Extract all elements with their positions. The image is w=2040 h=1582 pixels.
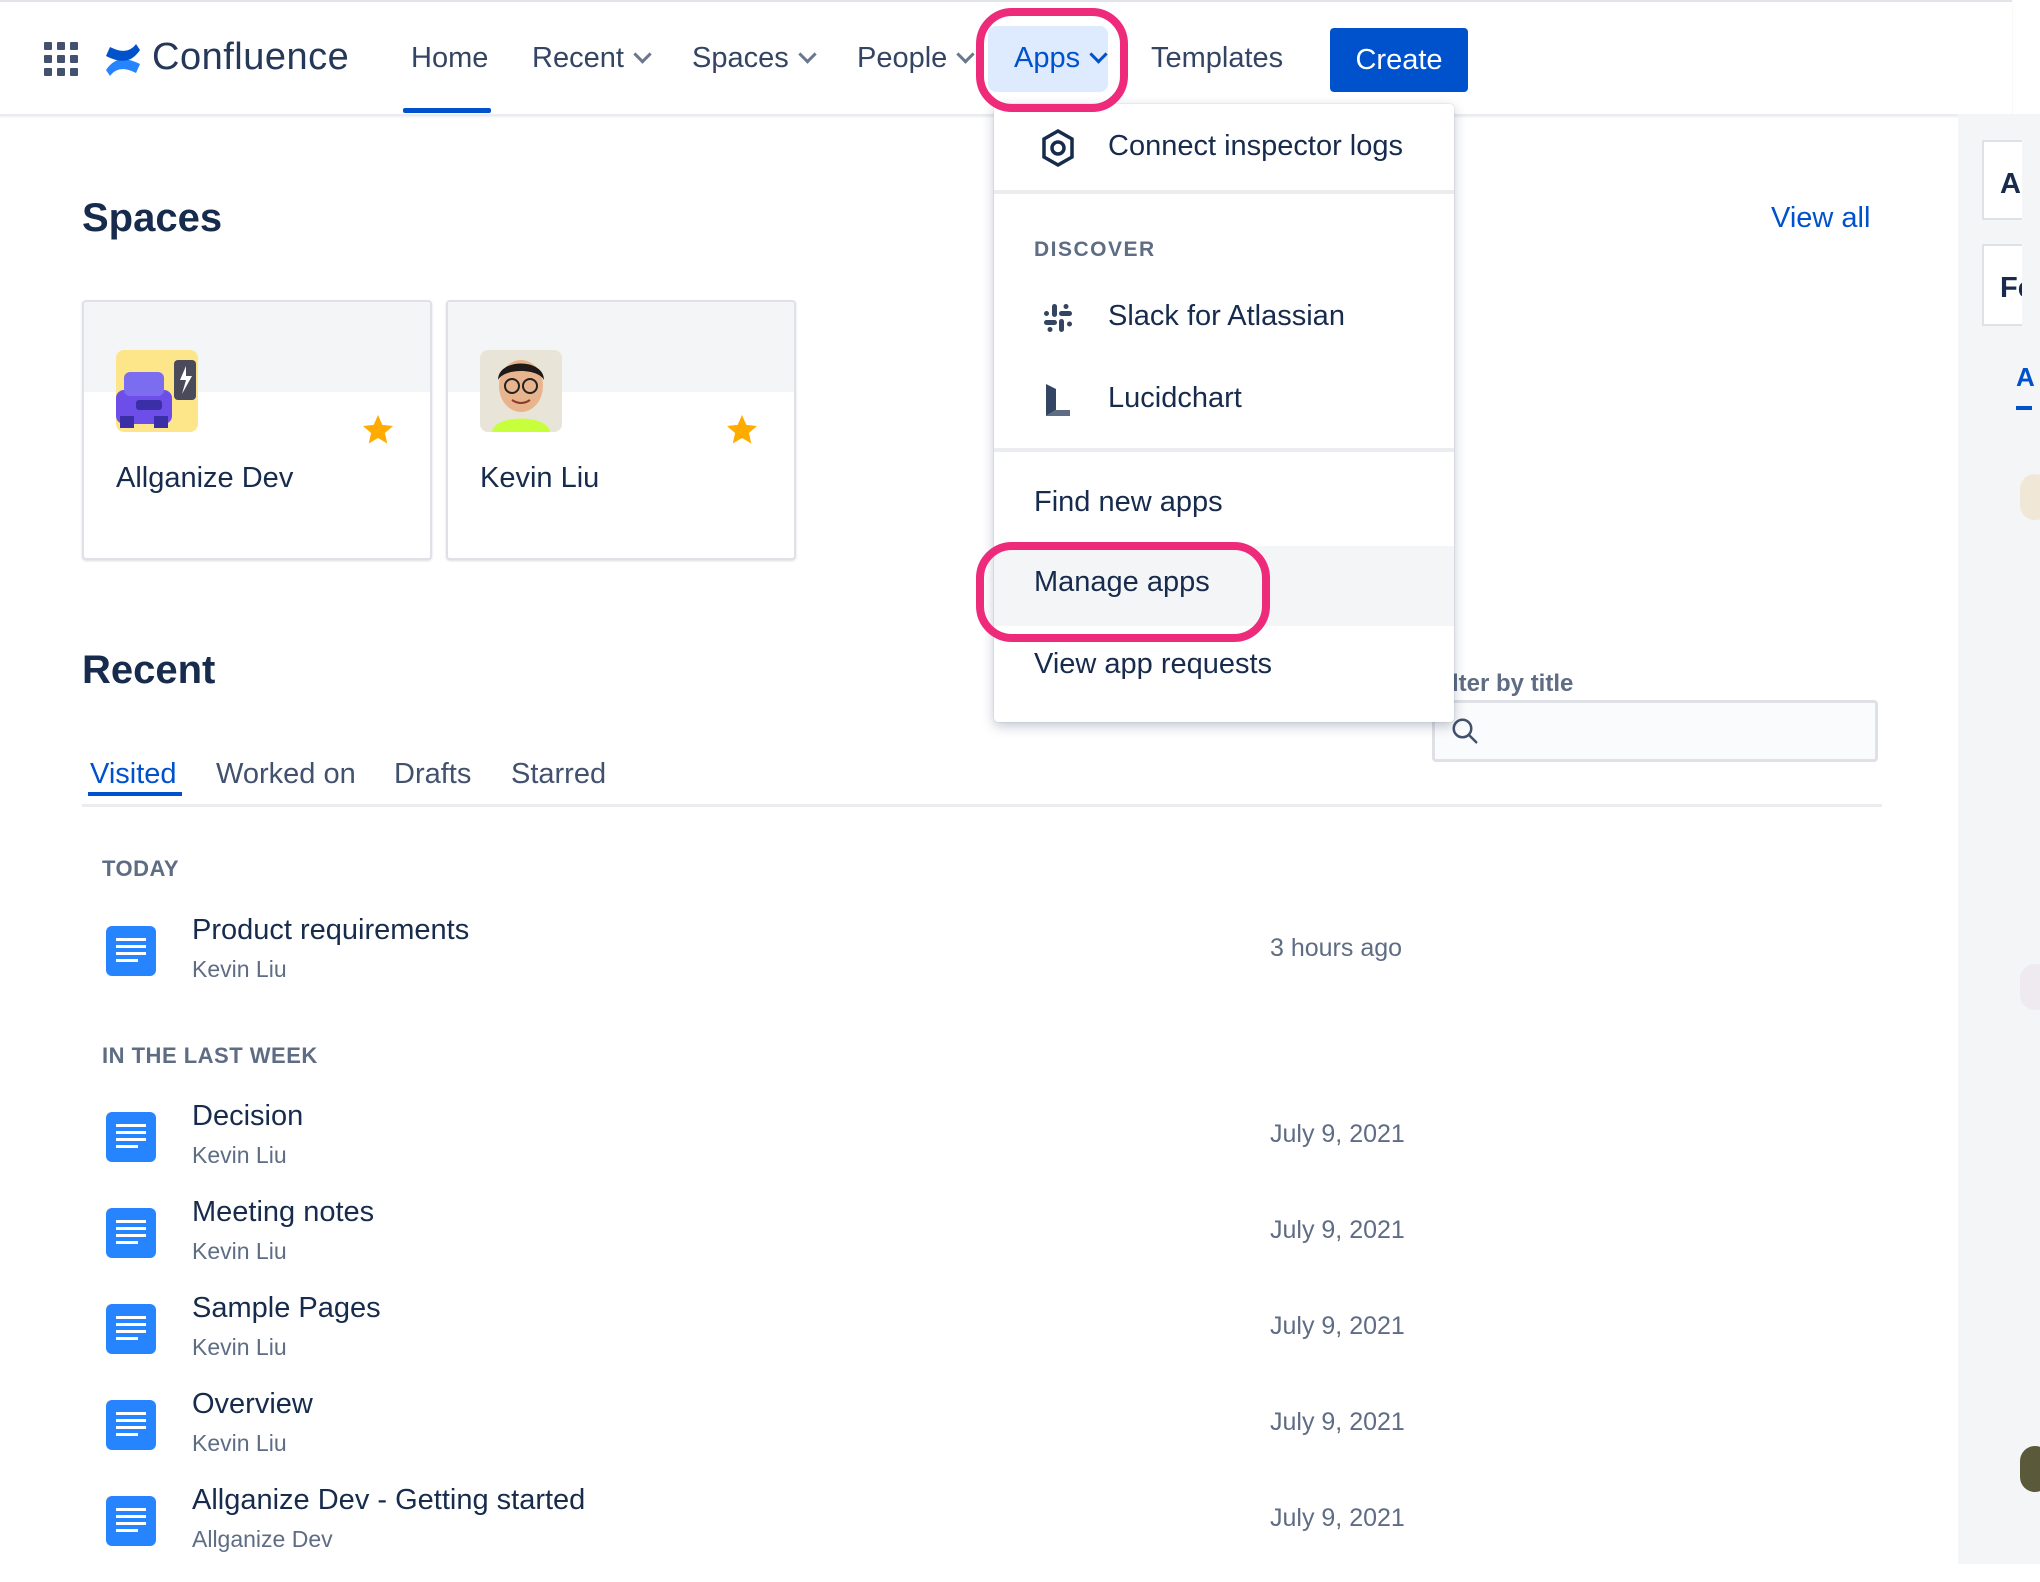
chevron-down-icon (798, 45, 817, 64)
right-rail (1958, 114, 2040, 1564)
nav-spaces-label: Spaces (692, 42, 789, 74)
page-icon (106, 1208, 156, 1258)
space-avatar-allganize-dev (116, 350, 198, 432)
nav-spaces[interactable]: Spaces (692, 42, 817, 75)
nav-people-label: People (857, 42, 948, 74)
search-icon (1452, 718, 1478, 744)
menu-divider (994, 190, 1454, 194)
avatar (2020, 474, 2040, 520)
page-icon (106, 926, 156, 976)
nav-recent-label: Recent (532, 42, 624, 74)
page-icon (106, 1304, 156, 1354)
group-label-today: TODAY (102, 856, 180, 881)
page-space: Kevin Liu (192, 1334, 287, 1360)
page-space: Kevin Liu (192, 1142, 287, 1168)
tab-visited[interactable]: Visited (90, 758, 177, 791)
menu-item-lucidchart[interactable]: Lucidchart (994, 362, 1454, 442)
menu-section-heading: DISCOVER (1034, 238, 1156, 261)
page-icon (106, 1400, 156, 1450)
page-space: Allganize Dev (192, 1526, 333, 1552)
page-icon (106, 1112, 156, 1162)
page-date: 3 hours ago (1270, 934, 1403, 962)
nav-templates-label: Templates (1151, 42, 1284, 74)
page-title[interactable]: Meeting notes (192, 1196, 374, 1229)
view-all-link[interactable]: View all (1771, 202, 1870, 235)
nav-home[interactable]: Home (411, 42, 488, 75)
chevron-down-icon (956, 45, 976, 64)
confluence-logo-icon[interactable] (104, 42, 142, 78)
page-title[interactable]: Product requirements (192, 914, 469, 947)
tab-drafts[interactable]: Drafts (394, 758, 471, 791)
space-card-name: Allganize Dev (116, 462, 294, 494)
highlight-ring-manage-apps (976, 542, 1270, 642)
space-card-kevin-liu[interactable]: Kevin Liu (446, 300, 796, 560)
menu-item-label: View app requests (1034, 648, 1273, 680)
space-avatar-kevin-liu (480, 350, 562, 432)
page-title[interactable]: Overview (192, 1388, 313, 1421)
rail-card-top[interactable]: Ar (1982, 140, 2022, 220)
rail-card-title: Fe (2000, 272, 2022, 304)
menu-item-connect-inspector-logs[interactable]: Connect inspector logs (994, 110, 1454, 190)
nav-templates[interactable]: Templates (1151, 42, 1283, 75)
star-icon[interactable] (360, 412, 396, 448)
rail-card-title: Ar (2000, 168, 2022, 200)
slack-icon (1044, 304, 1072, 332)
page-title[interactable]: Decision (192, 1100, 303, 1133)
lucidchart-icon (1046, 384, 1070, 416)
list-item[interactable]: Sample Pages Kevin Liu July 9, 2021 (102, 1292, 1422, 1372)
avatar (2020, 964, 2040, 1010)
nav-home-label: Home (411, 42, 489, 74)
tabs-divider (82, 804, 1882, 807)
list-item[interactable]: Overview Kevin Liu July 9, 2021 (102, 1388, 1422, 1468)
filter-by-title-input[interactable] (1432, 700, 1878, 762)
menu-divider (994, 448, 1454, 452)
page-space: Kevin Liu (192, 1238, 287, 1264)
page-title[interactable]: Allganize Dev - Getting started (192, 1484, 585, 1517)
menu-item-slack-for-atlassian[interactable]: Slack for Atlassian (994, 280, 1454, 360)
rail-card-feed[interactable]: Fe (1982, 244, 2022, 326)
page-date: July 9, 2021 (1270, 1504, 1405, 1532)
tab-starred[interactable]: Starred (511, 758, 606, 791)
list-item[interactable]: Decision Kevin Liu July 9, 2021 (102, 1100, 1422, 1180)
page-date: July 9, 2021 (1270, 1312, 1405, 1340)
space-card-name: Kevin Liu (480, 462, 600, 494)
rail-tab-link[interactable]: A (2016, 362, 2035, 393)
list-item[interactable]: Product requirements Kevin Liu 3 hours a… (102, 914, 1422, 994)
page-date: July 9, 2021 (1270, 1120, 1405, 1148)
page-space: Kevin Liu (192, 956, 287, 982)
nav-active-indicator (403, 108, 491, 113)
avatar (2020, 1446, 2040, 1492)
spaces-heading: Spaces (82, 196, 223, 240)
active-tab-indicator (88, 792, 182, 796)
recent-heading: Recent (82, 648, 216, 692)
filter-label: lter by title (1452, 670, 1574, 697)
highlight-ring-apps (976, 8, 1128, 112)
page-title[interactable]: Sample Pages (192, 1292, 381, 1325)
nav-recent[interactable]: Recent (532, 42, 652, 75)
page-icon (106, 1496, 156, 1546)
app-switcher-icon[interactable] (44, 42, 78, 76)
tab-worked-on[interactable]: Worked on (216, 758, 356, 791)
hexagon-ring-icon (1042, 128, 1074, 168)
product-name[interactable]: Confluence (152, 36, 349, 79)
star-icon[interactable] (724, 412, 760, 448)
menu-item-label: Slack for Atlassian (1108, 300, 1345, 332)
rail-tab-indicator (2016, 406, 2032, 410)
create-button[interactable]: Create (1330, 28, 1468, 92)
menu-item-label: Connect inspector logs (1108, 130, 1403, 162)
menu-item-find-new-apps[interactable]: Find new apps (994, 466, 1454, 546)
page-date: July 9, 2021 (1270, 1216, 1405, 1244)
nav-people[interactable]: People (857, 42, 976, 75)
menu-item-label: Lucidchart (1108, 382, 1242, 414)
menu-item-label: Find new apps (1034, 486, 1223, 518)
space-card-allganize-dev[interactable]: Allganize Dev (82, 300, 432, 560)
group-label-last-week: IN THE LAST WEEK (102, 1043, 318, 1068)
list-item[interactable]: Allganize Dev - Getting started Allganiz… (102, 1484, 1422, 1564)
page-date: July 9, 2021 (1270, 1408, 1405, 1436)
page-space: Kevin Liu (192, 1430, 287, 1456)
chevron-down-icon (633, 45, 652, 64)
list-item[interactable]: Meeting notes Kevin Liu July 9, 2021 (102, 1196, 1422, 1276)
